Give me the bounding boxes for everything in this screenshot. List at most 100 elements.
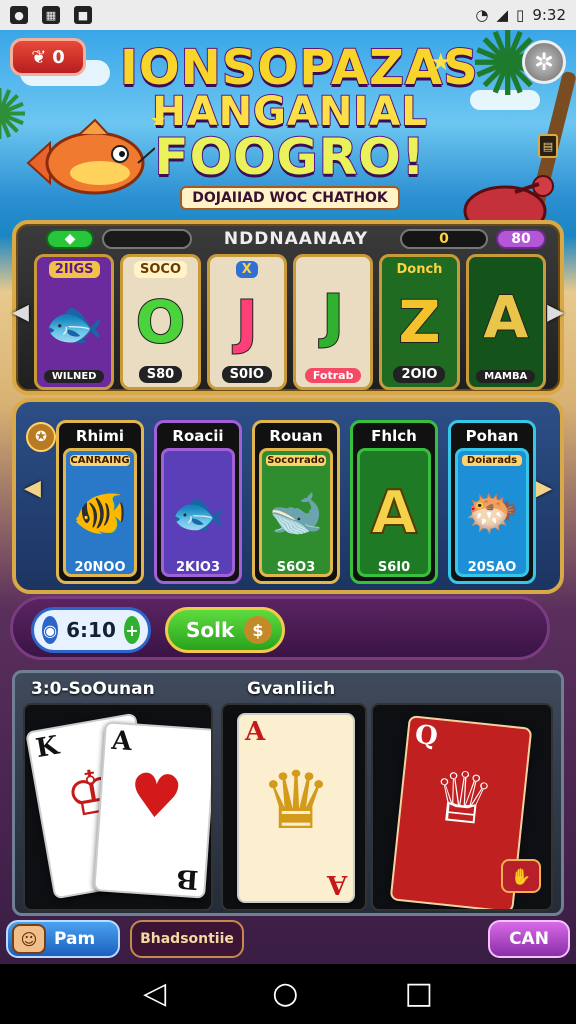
fish-card-art: Socorrado 🐋 [259, 448, 333, 577]
playing-card-ace-diamonds[interactable]: A ♛ A [237, 713, 355, 903]
fish-card-value: 20SAO [467, 560, 517, 575]
reel-value: MAMBA [476, 370, 536, 383]
reel-label [327, 261, 339, 263]
fish-card[interactable]: Roacii 🐟 2KIO3 [154, 420, 242, 584]
slot-credit: 0 [400, 229, 488, 249]
fish-card-value: 2KIO3 [175, 560, 221, 575]
fish-card[interactable]: Rhimi CANRAING 🐠 20NOO [56, 420, 144, 584]
letter-a-symbol: A [370, 477, 418, 549]
reel-label: 2IIGS [48, 261, 100, 278]
card-rank: Q [413, 719, 440, 753]
fish-card-art: 🐟 [161, 448, 235, 577]
fish-card-list: Rhimi CANRAING 🐠 20NOO Roacii 🐟 2KIO3 Ro… [56, 420, 536, 584]
status-time: 9:32 [532, 6, 566, 24]
reel[interactable]: X J S0IO [206, 254, 287, 390]
fish-card-art: CANRAING 🐠 [63, 448, 137, 577]
fish-card[interactable]: Rouan Socorrado 🐋 S6O3 [252, 420, 340, 584]
slot-status-indicator: ◆ [46, 229, 94, 249]
fish-card-banner: Socorrado [266, 455, 326, 466]
fish-card[interactable]: Fhlch A S6I0 [350, 420, 438, 584]
phone-screen: ● ▦ ■ ◔ ◢ ▯ 9:32 ✺ ✺ ❦ 0 ✲ ▤ IONSOPAZAS … [0, 0, 576, 1024]
heart-suit-icon: ♥ [126, 760, 186, 834]
cancel-button[interactable]: CAN [488, 920, 570, 958]
reel-label: SOCO [133, 261, 187, 278]
reel-label: Donch [396, 262, 443, 277]
fish-illustration [26, 118, 155, 195]
lives-button[interactable]: ❦ 0 [10, 38, 86, 76]
shop-button[interactable]: Bhadsontiie [130, 920, 244, 958]
card-rank-bottom: B [175, 862, 200, 895]
reel-symbol: O [135, 288, 186, 356]
slot-next-arrow[interactable]: ▶ [547, 300, 564, 325]
bet-button[interactable]: ◉ 6:10 + [31, 607, 151, 653]
reel-value: Fotrab [304, 368, 362, 383]
trophy-icon: ♛ [260, 754, 332, 847]
profile-label: Pam [54, 929, 96, 949]
coin-icon: $ [244, 616, 272, 644]
fish-card-banner: Doiarads [462, 455, 522, 466]
slot-bet-level: 80 [496, 229, 546, 249]
game-logo: IONSOPAZAS HANGANIAL FOOGRO! DOJAIIAD WO… [119, 43, 479, 210]
info-icon: ◉ [42, 616, 59, 644]
reel-label [500, 261, 512, 263]
reel[interactable]: 2IIGS 🐟 WILNED [34, 254, 115, 390]
fish-next-arrow[interactable]: ▶ [535, 476, 552, 501]
fish-card-value: S6I0 [377, 560, 411, 575]
home-icon[interactable]: ○ [272, 979, 298, 1009]
battery-icon: ▯ [516, 6, 525, 24]
star-badge-icon[interactable]: ✪ [26, 422, 56, 452]
title-line-3: FOOGRO! [153, 128, 426, 186]
spin-label: Solk [186, 618, 235, 642]
profile-button[interactable]: ☺ Pam [6, 920, 120, 958]
notification-icon: ● [10, 6, 28, 24]
status-bar: ● ▦ ■ ◔ ◢ ▯ 9:32 [0, 0, 576, 30]
card-section-label-middle: Gvanliich [247, 679, 336, 699]
hand-button[interactable]: ✋ [501, 859, 541, 893]
reel[interactable]: A MAMBA [465, 254, 546, 390]
fish-icon: 🐟 [43, 296, 105, 352]
card-game-panel: 3:0-SoOunan Gvanliich K ♔ A ♥ B A ♛ A Q … [12, 670, 564, 916]
wifi-icon: ◔ [475, 6, 489, 24]
reel-symbol: J [321, 281, 345, 350]
fish-card-title: Fhlch [371, 427, 417, 445]
recents-icon[interactable]: □ [405, 979, 433, 1009]
card-slot-middle[interactable]: A ♛ A [221, 703, 367, 911]
gear-icon: ✲ [533, 48, 555, 76]
info-side-button[interactable]: ▤ [538, 134, 558, 158]
game-subtitle: DOJAIIAD WOC CHATHOK [180, 186, 400, 210]
card-slot-right[interactable]: Q ♕ ✋ [371, 703, 553, 911]
fish-card-banner: CANRAING [70, 455, 130, 466]
bottom-action-row: ☺ Pam Bhadsontiie CAN [0, 920, 576, 964]
heart-icon: ❦ [31, 46, 47, 68]
fish-card-value: 20NOO [74, 560, 126, 575]
signal-icon: ◢ [496, 6, 509, 24]
reel[interactable]: Donch Z 2OIO [379, 254, 460, 390]
fish-icon: 🐠 [72, 487, 128, 539]
reel-value: 2OIO [393, 366, 446, 383]
hand-icon: ✋ [511, 866, 531, 886]
slot-top-bar: ◆ NDDNAANAAY 0 80 [46, 228, 546, 250]
settings-button[interactable]: ✲ [522, 40, 566, 84]
fish-card-value: S6O3 [276, 560, 316, 575]
queen-face-icon: ♕ [427, 754, 499, 843]
playing-card-ace-spades[interactable]: A ♥ B [93, 721, 211, 899]
fish-card-title: Rouan [269, 427, 323, 445]
spin-button[interactable]: Solk $ [165, 607, 285, 653]
card-slot-left[interactable]: K ♔ A ♥ B [23, 703, 213, 911]
reel[interactable]: J Fotrab [292, 254, 374, 390]
reel[interactable]: SOCO O S80 [120, 254, 201, 390]
fish-prev-arrow[interactable]: ◀ [24, 476, 41, 501]
fish-icon: 🐟 [170, 487, 226, 539]
reel-symbol: J [235, 288, 259, 356]
fish-card-art: Doiarads 🐡 [455, 448, 529, 577]
fish-card[interactable]: Pohan Doiarads 🐡 20SAO [448, 420, 536, 584]
game-area: ✺ ✺ ❦ 0 ✲ ▤ IONSOPAZAS HANGANIAL FOOGRO!… [0, 30, 576, 964]
star-icon: ★ [430, 48, 452, 76]
back-icon[interactable]: ◁ [143, 979, 166, 1009]
slot-prev-arrow[interactable]: ◀ [12, 300, 29, 325]
square-icon: ■ [74, 6, 92, 24]
fish-card-art: A [357, 448, 431, 577]
reel-value: WILNED [43, 370, 105, 383]
reel-label: X [235, 261, 258, 278]
fish-icon: 🐡 [464, 487, 520, 539]
